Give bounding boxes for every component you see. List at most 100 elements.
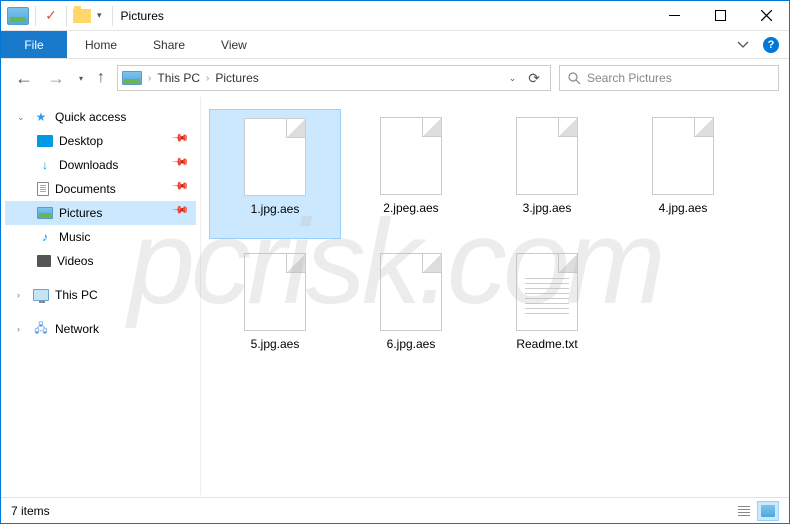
file-item[interactable]: 2.jpeg.aes <box>345 109 477 239</box>
videos-icon <box>37 255 51 267</box>
network-icon: 🖧 <box>33 322 49 336</box>
file-item[interactable]: 6.jpg.aes <box>345 245 477 375</box>
forward-button[interactable]: → <box>47 68 65 89</box>
item-count: 7 items <box>11 504 50 518</box>
qat-dropdown-icon[interactable]: ▾ <box>97 10 102 21</box>
file-name: 4.jpg.aes <box>659 201 708 215</box>
search-placeholder: Search Pictures <box>587 71 672 85</box>
details-view-button[interactable] <box>733 501 755 521</box>
file-item[interactable]: Readme.txt <box>481 245 613 375</box>
file-icon <box>652 117 714 195</box>
file-name: 2.jpeg.aes <box>383 201 438 215</box>
help-icon[interactable]: ? <box>763 37 779 53</box>
sidebar-item-videos[interactable]: Videos <box>5 249 196 273</box>
sidebar-item-pictures[interactable]: Pictures 📌 <box>5 201 196 225</box>
navigation-pane: ⌄ ★ Quick access Desktop 📌 ↓ Downloads 📌… <box>1 97 201 495</box>
tree-label: Pictures <box>59 206 102 220</box>
tree-label: Network <box>55 322 99 336</box>
pc-icon <box>33 289 49 301</box>
properties-icon[interactable]: ✓ <box>42 7 60 24</box>
app-icon <box>7 7 29 25</box>
collapse-ribbon-icon[interactable] <box>735 31 751 59</box>
tab-share[interactable]: Share <box>135 31 203 58</box>
tree-label: Documents <box>55 182 116 196</box>
tab-view[interactable]: View <box>203 31 265 58</box>
file-item[interactable]: 4.jpg.aes <box>617 109 749 239</box>
file-icon <box>380 117 442 195</box>
window-title: Pictures <box>121 9 164 23</box>
up-button[interactable]: ↑ <box>97 69 105 87</box>
ribbon-right: ? <box>735 31 789 58</box>
maximize-button[interactable] <box>697 1 743 31</box>
status-bar: 7 items <box>1 497 789 523</box>
body: ⌄ ★ Quick access Desktop 📌 ↓ Downloads 📌… <box>1 97 789 495</box>
pin-icon: 📌 <box>171 176 197 202</box>
sidebar-item-music[interactable]: ♪ Music <box>5 225 196 249</box>
this-pc-node[interactable]: › This PC <box>5 283 196 307</box>
pictures-icon <box>37 207 53 219</box>
tree-label: Videos <box>57 254 93 268</box>
chevron-right-icon[interactable]: › <box>148 73 151 84</box>
text-file-icon <box>516 253 578 331</box>
documents-icon <box>37 182 49 196</box>
ribbon: File Home Share View ? <box>1 31 789 59</box>
window-controls <box>651 1 789 31</box>
file-icon <box>244 253 306 331</box>
address-bar[interactable]: › This PC › Pictures ⌄ ⟳ <box>117 65 551 91</box>
tree-label: Quick access <box>55 110 126 124</box>
pin-icon: 📌 <box>171 128 197 154</box>
location-icon <box>122 71 142 85</box>
file-tab[interactable]: File <box>1 31 67 58</box>
star-icon: ★ <box>33 110 49 124</box>
tree-label: Desktop <box>59 134 103 148</box>
titlebar: ✓ ▾ Pictures <box>1 1 789 31</box>
separator <box>35 6 36 26</box>
navigation-row: ← → ▾ ↑ › This PC › Pictures ⌄ ⟳ Search … <box>1 59 789 97</box>
chevron-right-icon[interactable]: › <box>206 73 209 84</box>
separator <box>66 6 67 26</box>
file-item[interactable]: 5.jpg.aes <box>209 245 341 375</box>
expand-icon[interactable]: › <box>17 324 27 334</box>
search-icon <box>568 72 581 85</box>
new-folder-icon[interactable] <box>73 9 91 23</box>
file-name: 5.jpg.aes <box>251 337 300 351</box>
sidebar-item-downloads[interactable]: ↓ Downloads 📌 <box>5 153 196 177</box>
file-list[interactable]: 1.jpg.aes 2.jpeg.aes 3.jpg.aes 4.jpg.aes 5.j… <box>201 97 789 495</box>
nav-history: ← → ▾ ↑ <box>11 68 109 89</box>
file-name: 1.jpg.aes <box>251 202 300 216</box>
expand-icon[interactable]: ⌄ <box>17 112 27 123</box>
minimize-button[interactable] <box>651 1 697 31</box>
sidebar-item-documents[interactable]: Documents 📌 <box>5 177 196 201</box>
tree-label: Downloads <box>59 158 118 172</box>
search-input[interactable]: Search Pictures <box>559 65 779 91</box>
large-icons-view-button[interactable] <box>757 501 779 521</box>
refresh-icon[interactable]: ⟳ <box>528 70 540 87</box>
close-button[interactable] <box>743 1 789 31</box>
tab-home[interactable]: Home <box>67 31 135 58</box>
quick-access-toolbar: ✓ ▾ Pictures <box>1 6 164 26</box>
file-icon <box>380 253 442 331</box>
breadcrumb-segment[interactable]: This PC <box>157 71 200 85</box>
file-name: 3.jpg.aes <box>523 201 572 215</box>
back-button[interactable]: ← <box>15 68 33 89</box>
separator <box>112 6 113 26</box>
file-icon <box>244 118 306 196</box>
music-icon: ♪ <box>37 230 53 244</box>
downloads-icon: ↓ <box>37 158 53 172</box>
file-icon <box>516 117 578 195</box>
pin-icon: 📌 <box>171 200 197 226</box>
file-name: Readme.txt <box>516 337 577 351</box>
file-item[interactable]: 3.jpg.aes <box>481 109 613 239</box>
quick-access-node[interactable]: ⌄ ★ Quick access <box>5 105 196 129</box>
tree-label: Music <box>59 230 90 244</box>
history-dropdown-icon[interactable]: ▾ <box>79 74 83 83</box>
network-node[interactable]: › 🖧 Network <box>5 317 196 341</box>
sidebar-item-desktop[interactable]: Desktop 📌 <box>5 129 196 153</box>
expand-icon[interactable]: › <box>17 290 27 300</box>
tree-label: This PC <box>55 288 98 302</box>
breadcrumb-segment[interactable]: Pictures <box>215 71 258 85</box>
pin-icon: 📌 <box>171 152 197 178</box>
file-item[interactable]: 1.jpg.aes <box>209 109 341 239</box>
file-name: 6.jpg.aes <box>387 337 436 351</box>
address-dropdown-icon[interactable]: ⌄ <box>509 73 517 84</box>
